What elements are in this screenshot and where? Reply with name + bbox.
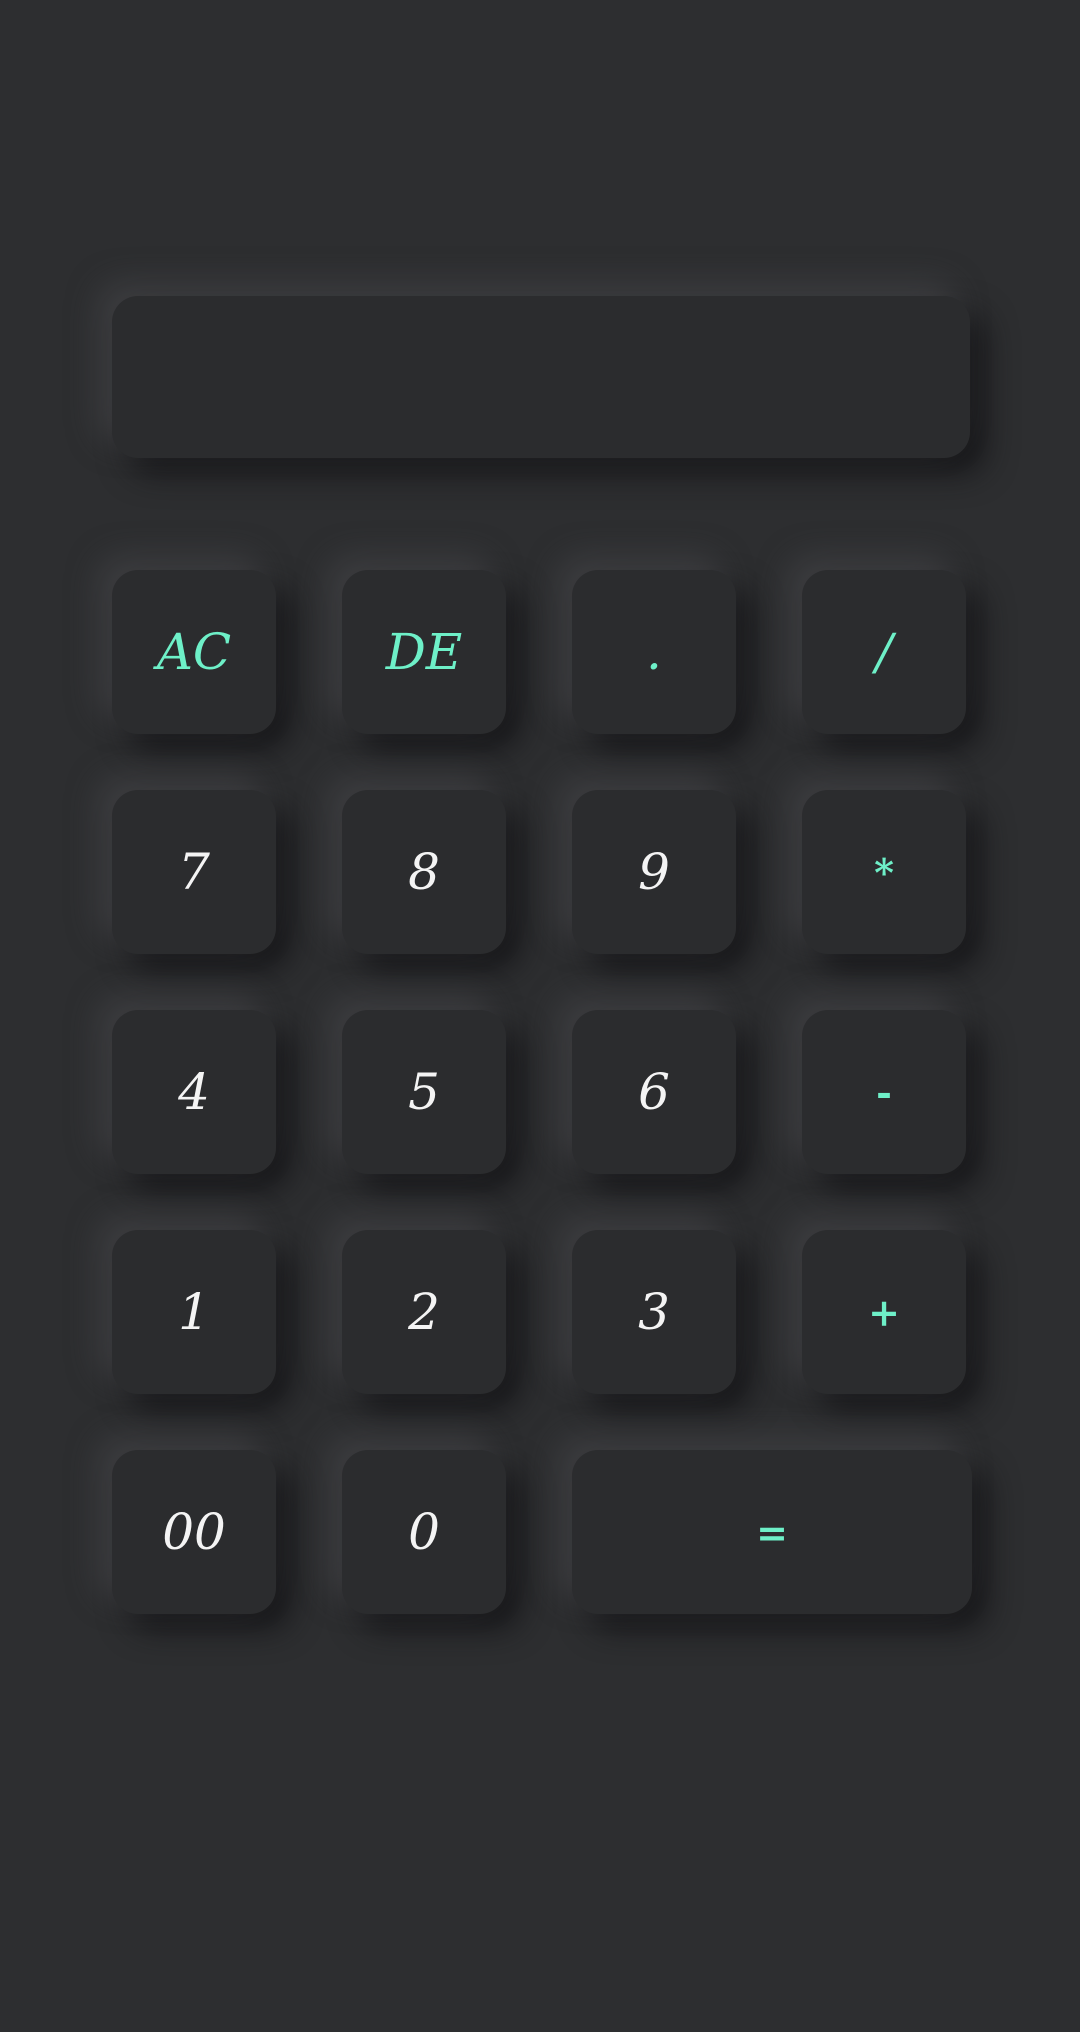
digit-3-button[interactable]: 3 xyxy=(572,1230,736,1394)
calculator: AC DE . / 7 8 9 * 4 5 6 - 1 2 3 + 00 0 = xyxy=(0,0,1080,2032)
digit-1-button[interactable]: 1 xyxy=(112,1230,276,1394)
digit-0-button[interactable]: 0 xyxy=(342,1450,506,1614)
divide-button[interactable]: / xyxy=(802,570,966,734)
digit-4-button[interactable]: 4 xyxy=(112,1010,276,1174)
multiply-button[interactable]: * xyxy=(802,790,966,954)
decimal-button[interactable]: . xyxy=(572,570,736,734)
digit-2-button[interactable]: 2 xyxy=(342,1230,506,1394)
add-button[interactable]: + xyxy=(802,1230,966,1394)
digit-7-button[interactable]: 7 xyxy=(112,790,276,954)
all-clear-button[interactable]: AC xyxy=(112,570,276,734)
digit-9-button[interactable]: 9 xyxy=(572,790,736,954)
delete-button[interactable]: DE xyxy=(342,570,506,734)
subtract-button[interactable]: - xyxy=(802,1010,966,1174)
double-zero-button[interactable]: 00 xyxy=(112,1450,276,1614)
equals-button[interactable]: = xyxy=(572,1450,972,1614)
digit-8-button[interactable]: 8 xyxy=(342,790,506,954)
digit-5-button[interactable]: 5 xyxy=(342,1010,506,1174)
digit-6-button[interactable]: 6 xyxy=(572,1010,736,1174)
calculator-display xyxy=(112,296,970,458)
